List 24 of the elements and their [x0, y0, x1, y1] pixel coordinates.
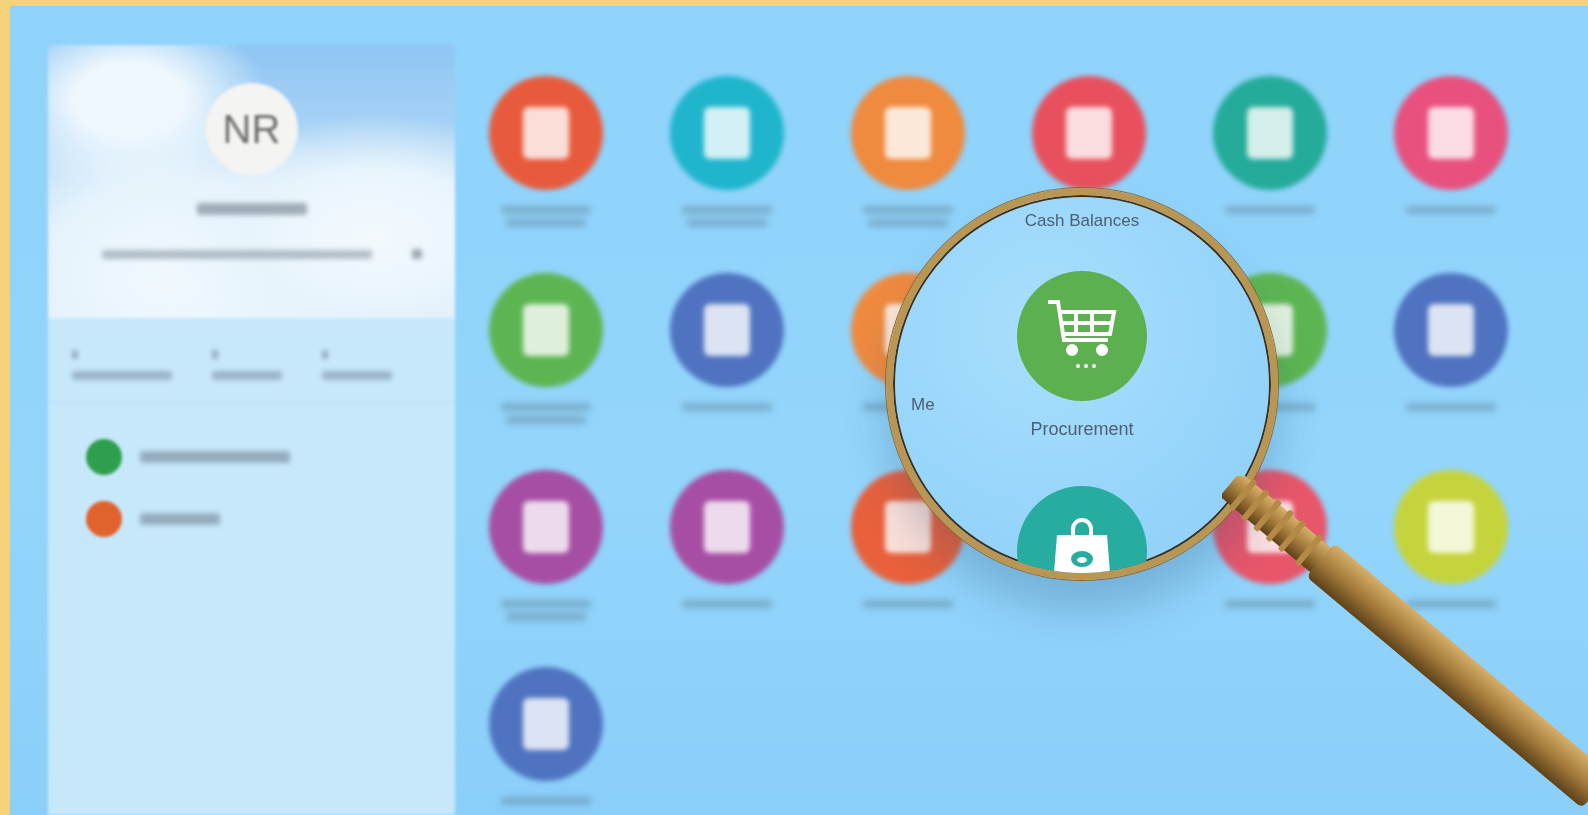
app-tile-icon[interactable]	[488, 667, 603, 781]
blurred-text	[72, 350, 78, 359]
shopping-bag-icon	[1051, 515, 1113, 573]
blurred-text	[212, 371, 282, 380]
blurred-text	[212, 350, 218, 359]
app-tile-icon[interactable]	[669, 470, 784, 584]
app-tile-icon[interactable]	[850, 76, 965, 190]
tile-label: Procurement	[1030, 419, 1134, 440]
app-tile-icon[interactable]	[1393, 76, 1508, 190]
app-tile-icon[interactable]	[488, 76, 603, 190]
blurred-text	[322, 350, 328, 359]
blurred-text[interactable]	[140, 513, 220, 525]
app-tile-icon[interactable]	[488, 470, 603, 584]
app-tile-icon[interactable]	[1212, 76, 1327, 190]
tile-label: Me	[911, 395, 935, 415]
blurred-text	[322, 371, 392, 380]
app-tile-icon[interactable]	[488, 273, 603, 387]
app-tile-icon[interactable]	[669, 76, 784, 190]
avatar: NR	[205, 83, 298, 175]
tile-label: Cash Balances	[1024, 211, 1140, 231]
app-tile-icon[interactable]	[1393, 273, 1508, 387]
app-tile-icon[interactable]	[1393, 470, 1508, 584]
app-tile-icon[interactable]	[1031, 76, 1146, 190]
app-tile-icon[interactable]	[669, 273, 784, 387]
